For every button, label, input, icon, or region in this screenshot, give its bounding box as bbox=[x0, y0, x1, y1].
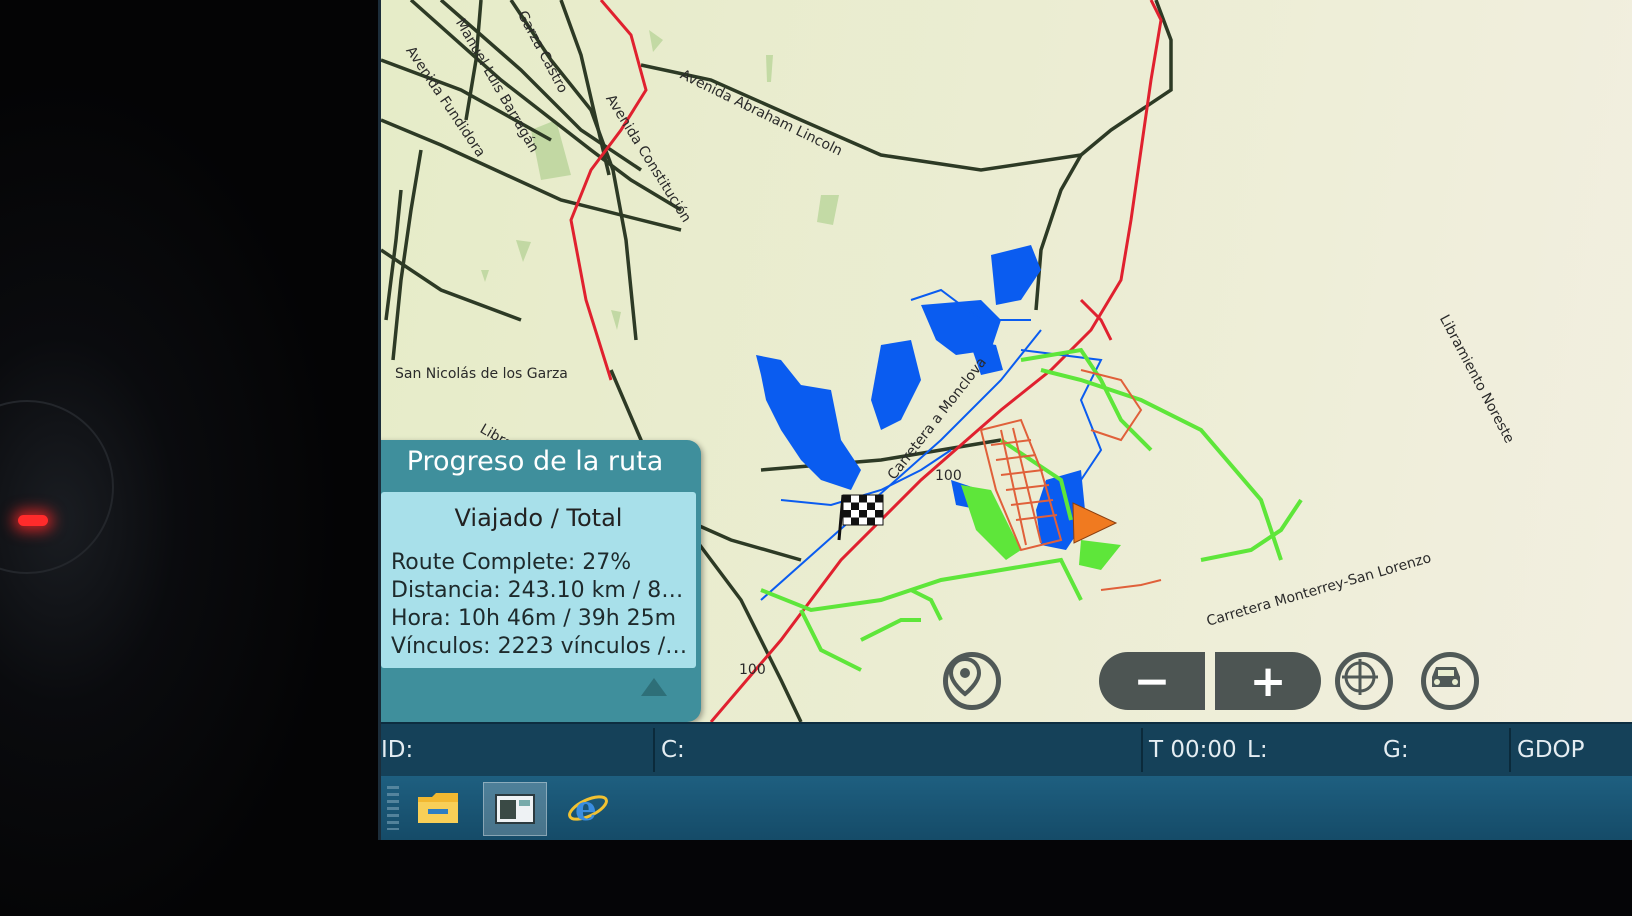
panel-body: Viajado / Total Route Complete: 27% Dist… bbox=[381, 492, 696, 668]
links-label: Vínculos: bbox=[391, 634, 491, 659]
status-l: L: bbox=[1247, 737, 1268, 763]
recenter-button[interactable] bbox=[1335, 652, 1393, 710]
route-number: 100 bbox=[935, 468, 962, 484]
time-row: Hora: 10h 46m / 39h 25m bbox=[391, 606, 691, 631]
distance-label: Distancia: bbox=[391, 578, 501, 603]
time-value: 10h 46m / 39h 25m bbox=[457, 606, 677, 631]
power-led bbox=[18, 515, 48, 526]
status-g: G: bbox=[1383, 737, 1409, 763]
screen: Avenida Abraham Lincoln Avenida Constitu… bbox=[378, 0, 1632, 840]
status-separator bbox=[1509, 728, 1511, 772]
destination-flag bbox=[837, 494, 884, 541]
time-label: Hora: bbox=[391, 606, 451, 631]
status-time: T 00:00 bbox=[1149, 737, 1237, 763]
crosshair-icon bbox=[1342, 659, 1378, 695]
svg-text:e: e bbox=[575, 789, 597, 829]
route-complete-value: 27% bbox=[582, 550, 632, 575]
vehicle-position-arrow bbox=[1072, 502, 1118, 544]
vehicle-follow-button[interactable] bbox=[1421, 652, 1479, 710]
status-separator bbox=[653, 728, 655, 772]
taskbar-grip[interactable] bbox=[387, 786, 399, 830]
file-explorer-icon bbox=[418, 793, 458, 823]
bezel-ring bbox=[0, 400, 114, 574]
panel-subtitle: Viajado / Total bbox=[454, 504, 623, 532]
panel-title: Progreso de la ruta bbox=[406, 446, 664, 477]
route-complete-row: Route Complete: 27% bbox=[391, 550, 691, 575]
map-view[interactable]: Avenida Abraham Lincoln Avenida Constitu… bbox=[381, 0, 1632, 722]
monitor-bezel bbox=[0, 0, 390, 916]
distance-row: Distancia: 243.10 km / 890... bbox=[391, 578, 691, 603]
panel-collapse-handle[interactable] bbox=[641, 678, 667, 696]
internet-explorer-icon: e bbox=[568, 789, 608, 829]
zoom-in-button[interactable]: + bbox=[1215, 652, 1321, 710]
place-label: San Nicolás de los Garza bbox=[395, 366, 568, 382]
links-value: 2223 vínculos / 9... bbox=[497, 634, 691, 659]
route-number: 100 bbox=[739, 662, 766, 678]
app-window-button[interactable] bbox=[483, 782, 547, 836]
status-bar: ID: C: T 00:00 L: G: GDOP bbox=[381, 722, 1632, 776]
status-c: C: bbox=[661, 737, 685, 763]
zoom-out-button[interactable]: − bbox=[1099, 652, 1205, 710]
status-separator bbox=[1141, 728, 1143, 772]
car-icon bbox=[1432, 667, 1460, 687]
route-progress-panel[interactable]: Progreso de la ruta Viajado / Total Rout… bbox=[381, 440, 701, 722]
location-button[interactable] bbox=[943, 652, 1001, 710]
file-explorer-button[interactable] bbox=[407, 782, 469, 834]
status-gdop: GDOP bbox=[1517, 737, 1585, 763]
status-id: ID: bbox=[381, 737, 414, 763]
distance-value: 243.10 km / 890... bbox=[507, 578, 691, 603]
app-window-icon bbox=[495, 794, 535, 824]
map-pin-icon bbox=[948, 657, 982, 697]
taskbar: e bbox=[381, 776, 1632, 840]
internet-explorer-button[interactable]: e bbox=[557, 782, 619, 834]
route-complete-label: Route Complete: bbox=[391, 550, 576, 575]
links-row: Vínculos: 2223 vínculos / 9... bbox=[391, 634, 691, 659]
